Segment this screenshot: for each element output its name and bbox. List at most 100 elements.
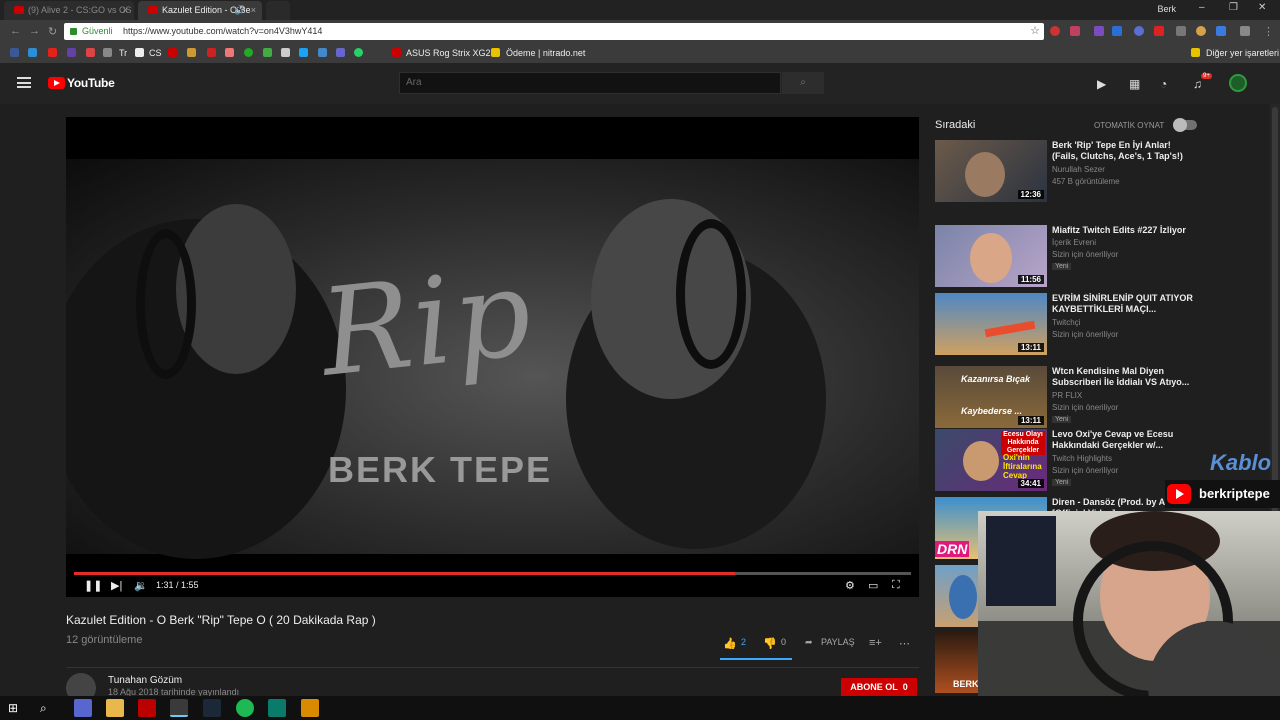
tab-csgo[interactable]: (9) Alive 2 - CS:GO vs CS × — [4, 1, 134, 20]
youtube-logo-text[interactable]: YouTube — [67, 76, 115, 90]
video-thumbnail[interactable]: 12:36 — [935, 140, 1047, 202]
tab-kazulet[interactable]: Kazulet Edition - O Be 🔊 × — [138, 1, 262, 20]
new-tab-button[interactable] — [266, 1, 290, 20]
video-thumbnail[interactable]: 13:11 — [935, 293, 1047, 355]
video-title[interactable]: Levo Oxi'ye Cevap ve Ecesu Hakkındaki Ge… — [1052, 429, 1197, 451]
gmail-icon[interactable] — [86, 48, 95, 57]
extension-icon[interactable] — [1176, 26, 1186, 36]
create-video-icon[interactable]: ▶ — [1097, 77, 1106, 91]
video-title[interactable]: Miafitz Twitch Edits #227 İzliyor — [1052, 225, 1197, 236]
app-icon[interactable] — [301, 699, 319, 717]
more-actions-icon[interactable]: ⋯ — [899, 637, 910, 650]
steam-icon[interactable] — [281, 48, 290, 57]
discord-icon[interactable] — [74, 699, 92, 717]
app-icon[interactable] — [268, 699, 286, 717]
bookmark-asus[interactable]: ASUS Rog Strix XG25 — [406, 48, 496, 58]
audio-icon[interactable]: 🔊 — [235, 1, 246, 19]
bookmark-icon[interactable] — [168, 48, 177, 57]
video-thumbnail[interactable]: Kazanırsa Bıçak Kaybederse ... 13:11 — [935, 366, 1047, 428]
bookmark-nitrado[interactable]: Ödeme | nitrado.net — [506, 48, 585, 58]
pause-icon[interactable]: ❚❚ — [84, 579, 102, 592]
bookmark-cs[interactable]: CS — [149, 48, 162, 58]
extension-icon[interactable] — [1094, 26, 1104, 36]
bookmark-icon[interactable] — [336, 48, 345, 57]
theater-mode-icon[interactable]: ▭ — [868, 579, 878, 592]
steam-icon[interactable] — [203, 699, 221, 717]
close-window-icon[interactable]: ✕ — [1258, 2, 1266, 13]
back-icon[interactable]: ← — [10, 25, 21, 37]
minimize-icon[interactable]: – — [1199, 2, 1205, 13]
recommended-video[interactable]: 12:36 Berk 'Rip' Tepe En İyi Anlar! (Fai… — [935, 140, 1200, 202]
bookmark-icon[interactable] — [225, 48, 234, 57]
subscribe-button[interactable]: ABONE OL 0 — [841, 678, 917, 696]
spotify-icon[interactable] — [236, 699, 254, 717]
extension-icon[interactable] — [1070, 26, 1080, 36]
youtube-logo-icon[interactable] — [48, 77, 65, 89]
other-bookmarks[interactable]: Diğer yer işaretleri — [1206, 48, 1279, 58]
recommended-video[interactable]: Ecesu Olayı Hakkında Gerçekler Oxi'nin İ… — [935, 429, 1200, 491]
channel-name[interactable]: Tunahan Gözüm — [108, 675, 182, 686]
video-thumbnail[interactable]: 11:56 — [935, 225, 1047, 287]
bookmark-icon[interactable] — [28, 48, 37, 57]
extension-icon[interactable] — [1154, 26, 1164, 36]
extension-icon[interactable] — [1240, 26, 1250, 36]
bookmark-icon[interactable] — [135, 48, 144, 57]
tab-close-icon[interactable]: × — [251, 1, 256, 19]
extension-icon[interactable] — [1134, 26, 1144, 36]
video-thumbnail[interactable]: Ecesu Olayı Hakkında Gerçekler Oxi'nin İ… — [935, 429, 1047, 491]
chrome-icon[interactable] — [170, 699, 188, 717]
messages-icon[interactable]: ◔ — [1160, 77, 1167, 91]
search-button[interactable]: ⌕ — [782, 72, 824, 94]
video-player[interactable]: Rip BERK TEPE ❚❚ ▶| 🔉 1:31 / 1:55 ⚙ ▭ ⛶ — [66, 117, 919, 597]
extension-icon[interactable] — [1050, 26, 1060, 36]
extension-icon[interactable] — [1196, 26, 1206, 36]
video-title[interactable]: EVRİM SİNİRLENİP QUIT ATIYOR KAYBETTİKLE… — [1052, 293, 1197, 315]
windows-start-icon[interactable]: ⊞ — [8, 699, 26, 717]
recommended-video[interactable]: 13:11 EVRİM SİNİRLENİP QUIT ATIYOR KAYBE… — [935, 293, 1200, 355]
file-explorer-icon[interactable] — [106, 699, 124, 717]
recommended-video[interactable]: Kazanırsa Bıçak Kaybederse ... 13:11 Wtc… — [935, 366, 1200, 428]
progress-bar[interactable] — [74, 572, 911, 575]
bookmark-icon[interactable] — [263, 48, 272, 57]
bookmark-icon[interactable] — [318, 48, 327, 57]
add-to-playlist-icon[interactable]: ≡+ — [869, 637, 882, 649]
reload-icon[interactable]: ↻ — [48, 25, 57, 38]
url-field[interactable]: Güvenli https://www.youtube.com/watch?v=… — [64, 23, 1044, 40]
video-title[interactable]: Wtcn Kendisine Mal Diyen Subscriberi İle… — [1052, 366, 1197, 388]
bookmark-tr[interactable]: Tr — [119, 48, 127, 58]
twitch-icon[interactable] — [67, 48, 76, 57]
volume-icon[interactable]: 🔉 — [134, 579, 148, 592]
bookmark-icon[interactable] — [207, 48, 216, 57]
like-icon[interactable]: 👍 — [723, 637, 737, 650]
extension-icon[interactable] — [1216, 26, 1226, 36]
youtube-icon[interactable] — [48, 48, 57, 57]
chrome-menu-icon[interactable]: ⋮ — [1263, 25, 1274, 38]
bell-icon[interactable]: ♫ — [1193, 77, 1202, 91]
apps-grid-icon[interactable]: ▦ — [1129, 77, 1140, 91]
whatsapp-icon[interactable] — [354, 48, 363, 57]
forward-icon[interactable]: → — [29, 25, 40, 37]
bookmark-icon[interactable] — [244, 48, 253, 57]
settings-gear-icon[interactable]: ⚙ — [845, 579, 855, 592]
search-input[interactable]: Ara — [399, 72, 781, 94]
hamburger-menu-icon[interactable] — [17, 77, 31, 88]
bookmark-icon[interactable] — [103, 48, 112, 57]
twitter-icon[interactable] — [299, 48, 308, 57]
share-icon[interactable]: ➦ — [805, 637, 813, 648]
profile-name[interactable]: Berk — [1157, 4, 1176, 14]
facebook-icon[interactable] — [10, 48, 19, 57]
share-button[interactable]: PAYLAŞ — [821, 637, 855, 647]
app-icon[interactable] — [138, 699, 156, 717]
bookmark-star-icon[interactable]: ☆ — [1030, 23, 1040, 40]
video-title[interactable]: Berk 'Rip' Tepe En İyi Anlar! (Fails, Cl… — [1052, 140, 1197, 162]
tab-close-icon[interactable]: × — [123, 1, 128, 19]
next-icon[interactable]: ▶| — [111, 579, 122, 592]
search-icon[interactable]: ⌕ — [40, 699, 58, 717]
avatar[interactable] — [1229, 74, 1247, 92]
extension-icon[interactable] — [1112, 26, 1122, 36]
maximize-icon[interactable]: ❐ — [1229, 2, 1238, 13]
bookmark-icon[interactable] — [187, 48, 196, 57]
recommended-video[interactable]: 11:56 Miafitz Twitch Edits #227 İzliyor … — [935, 225, 1200, 287]
dislike-icon[interactable]: 👎 — [763, 637, 777, 650]
fullscreen-icon[interactable]: ⛶ — [892, 579, 900, 592]
